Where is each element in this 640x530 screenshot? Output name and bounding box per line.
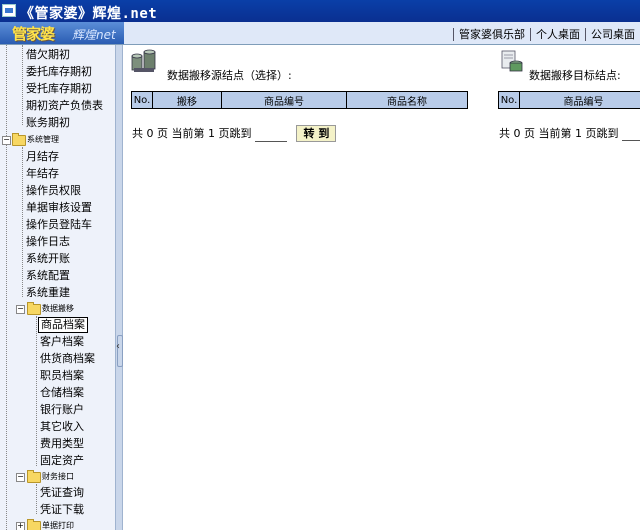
tree-root-line <box>6 45 8 530</box>
sidebar-item-expense-type[interactable]: 费用类型 <box>38 436 86 452</box>
sidebar-item-balance-opening[interactable]: 期初资产负债表 <box>24 98 105 114</box>
sidebar-item-month-close[interactable]: 月结存 <box>24 149 61 165</box>
group-data-move[interactable]: 数据搬移 <box>42 304 74 314</box>
sidebar-item-fixed-assets[interactable]: 固定资产 <box>38 453 86 469</box>
col-product-code: 商品编号 <box>221 91 347 109</box>
source-title: 数据搬移源结点（选择）: <box>167 69 292 82</box>
source-page-input[interactable] <box>254 131 287 142</box>
sidebar-splitter[interactable]: ‹ <box>115 45 123 530</box>
folder-open-icon <box>12 133 26 146</box>
link-company-desktop[interactable]: 公司桌面 <box>585 28 640 41</box>
sidebar-item-system-rebuild[interactable]: 系统重建 <box>24 285 72 301</box>
target-table: No. 商品编号 <box>498 91 640 109</box>
top-links: 管家婆俱乐部 个人桌面 公司桌面 <box>453 26 640 42</box>
sidebar-item-customer-archive[interactable]: 客户档案 <box>38 334 86 350</box>
expand-toggle-data-move[interactable]: − <box>16 305 25 314</box>
source-pager: 共 0 页 当前第 1 页跳到 转 到 <box>132 125 337 142</box>
sidebar-item-system-config[interactable]: 系统配置 <box>24 268 72 284</box>
title-bar: 《管家婆》辉煌.net <box>0 0 640 22</box>
col-product-code: 商品编号 <box>519 91 640 109</box>
header-bar: 管家婆 辉煌net 管家婆俱乐部 个人桌面 公司桌面 <box>0 22 640 45</box>
source-pager-text: 共 0 页 当前第 1 页跳到 <box>132 127 252 140</box>
sidebar-item-voucher-query[interactable]: 凭证查询 <box>38 485 86 501</box>
folder-closed-icon <box>27 519 41 530</box>
col-product-name: 商品名称 <box>346 91 468 109</box>
target-pager: 共 0 页 当前第 1 页跳到 <box>499 125 640 141</box>
go-button[interactable]: 转 到 <box>296 125 337 142</box>
sidebar-item-year-close[interactable]: 年结存 <box>24 166 61 182</box>
sidebar-item-warehouse-archive[interactable]: 仓储档案 <box>38 385 86 401</box>
link-personal-desktop[interactable]: 个人桌面 <box>530 28 585 41</box>
sidebar-item-other-income[interactable]: 其它收入 <box>38 419 86 435</box>
group-document-print[interactable]: 单据打印 <box>42 521 74 530</box>
sidebar-item-operator-rights[interactable]: 操作员权限 <box>24 183 83 199</box>
collapse-arrow-icon[interactable]: ‹ <box>116 341 120 352</box>
sidebar-item-product-archive[interactable]: 商品档案 <box>38 317 88 333</box>
sidebar-item-staff-archive[interactable]: 职员档案 <box>38 368 86 384</box>
expand-toggle-system[interactable]: − <box>2 136 11 145</box>
sidebar-item-voucher-download[interactable]: 凭证下载 <box>38 502 86 518</box>
window-title: 《管家婆》辉煌.net <box>20 6 158 22</box>
col-move: 搬移 <box>152 91 222 109</box>
database-servers-icon <box>131 49 156 72</box>
target-page-input[interactable] <box>621 130 640 141</box>
sidebar-tree: 借欠期初 委托库存期初 受托库存期初 期初资产负债表 账务期初 − 系统管理 月… <box>0 45 115 530</box>
group-finance-interface[interactable]: 财务接口 <box>42 472 74 482</box>
database-target-icon <box>501 50 523 72</box>
target-pager-text: 共 0 页 当前第 1 页跳到 <box>499 127 619 140</box>
sidebar-item-borrow-opening[interactable]: 借欠期初 <box>24 47 72 63</box>
col-no: No. <box>498 91 520 109</box>
logo-brand: 管家婆 <box>12 25 55 43</box>
sidebar-item-account-opening[interactable]: 账务期初 <box>24 115 72 131</box>
sidebar-item-entrusted-opening[interactable]: 受托库存期初 <box>24 81 94 97</box>
sidebar-item-consign-opening[interactable]: 委托库存期初 <box>24 64 94 80</box>
col-no: No. <box>131 91 153 109</box>
source-table-header: No. 搬移 商品编号 商品名称 <box>131 91 468 109</box>
group-system-management[interactable]: 系统管理 <box>27 135 59 145</box>
main-panel: 数据搬移源结点（选择）: No. 搬移 商品编号 商品名称 共 0 页 当前第 … <box>123 45 640 530</box>
target-title: 数据搬移目标结点: <box>529 69 621 82</box>
link-club[interactable]: 管家婆俱乐部 <box>453 28 530 41</box>
source-table: No. 搬移 商品编号 商品名称 <box>131 91 468 109</box>
expand-toggle-finance[interactable]: − <box>16 473 25 482</box>
sidebar-item-system-open[interactable]: 系统开账 <box>24 251 72 267</box>
folder-open-icon <box>27 302 41 315</box>
sidebar-item-supplier-archive[interactable]: 供货商档案 <box>38 351 97 367</box>
target-table-header: No. 商品编号 <box>498 91 640 109</box>
sidebar-item-operator-login[interactable]: 操作员登陆车 <box>24 217 94 233</box>
logo: 管家婆 辉煌net <box>0 22 124 44</box>
logo-sub: 辉煌net <box>72 28 116 42</box>
app-icon <box>2 4 16 17</box>
folder-open-icon <box>27 470 41 483</box>
expand-toggle-print[interactable]: + <box>16 522 25 530</box>
sidebar-item-operation-log[interactable]: 操作日志 <box>24 234 72 250</box>
sidebar-item-audit-settings[interactable]: 单据审核设置 <box>24 200 94 216</box>
sidebar-item-bank-account[interactable]: 银行账户 <box>38 402 86 418</box>
